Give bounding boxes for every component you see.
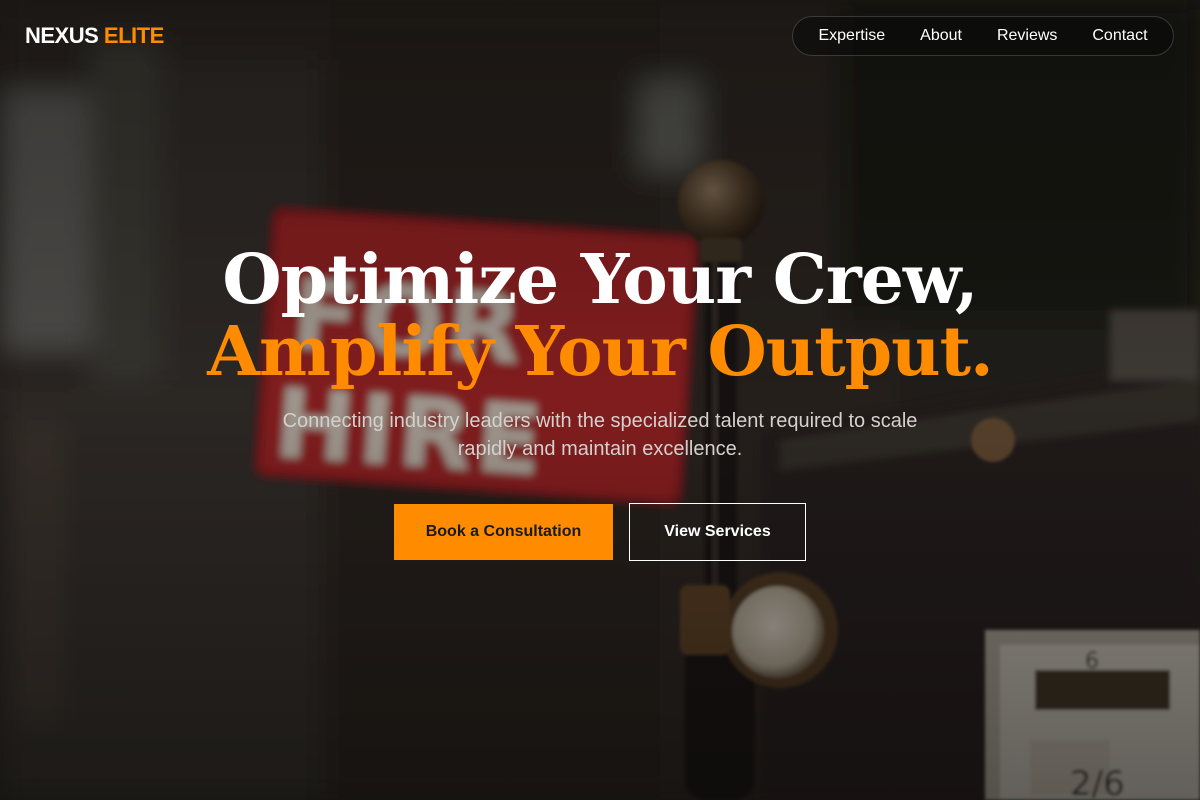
brand-logo-accent: ELITE	[103, 23, 164, 48]
nav-item-reviews[interactable]: Reviews	[989, 26, 1065, 46]
brand-logo-main: NEXUS	[25, 23, 99, 48]
nav-item-contact[interactable]: Contact	[1084, 26, 1155, 46]
brand-logo[interactable]: NEXUS ELITE	[25, 23, 164, 49]
hero-section: 2/6 6 FOR HIRE	[0, 0, 1200, 800]
nav-item-expertise[interactable]: Expertise	[810, 26, 893, 46]
main-nav: Expertise About Reviews Contact	[792, 16, 1174, 56]
hero-subtitle: Connecting industry leaders with the spe…	[282, 410, 918, 460]
hero-headline-line2: Amplify Your Output.	[207, 312, 993, 392]
view-services-button[interactable]: View Services	[629, 503, 806, 561]
nav-item-about[interactable]: About	[912, 26, 970, 46]
hero-headline-line1: Optimize Your Crew,	[222, 240, 978, 320]
hero-content: Optimize Your Crew, Amplify Your Output.…	[0, 0, 1200, 800]
site-header: NEXUS ELITE Expertise About Reviews Cont…	[0, 0, 1200, 74]
book-consultation-button[interactable]: Book a Consultation	[394, 504, 613, 560]
